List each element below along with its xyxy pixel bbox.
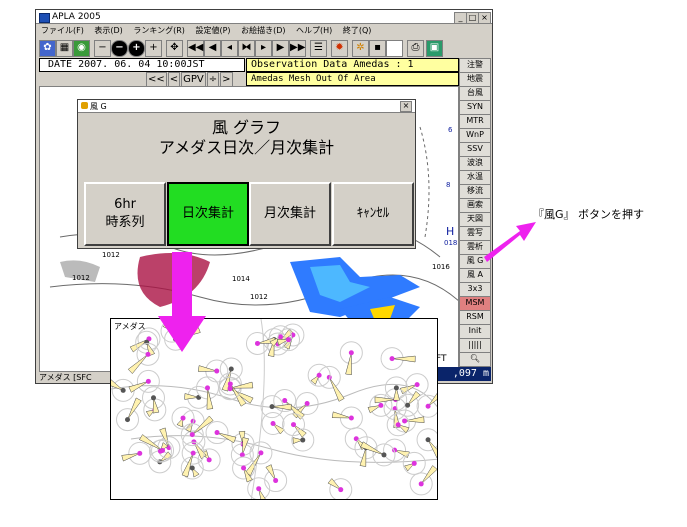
- down-arrow: [158, 252, 206, 352]
- annotation-text: 『風G』 ボタンを押す: [533, 208, 645, 221]
- pointer-arrow: [484, 222, 536, 262]
- arrow-layer: [158, 222, 536, 352]
